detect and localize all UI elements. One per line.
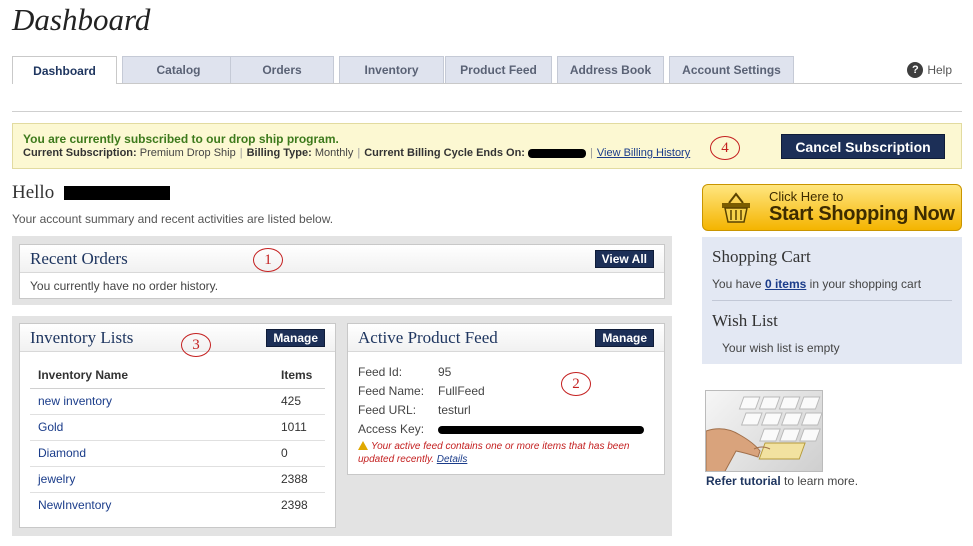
cart-text-suffix: in your shopping cart [809, 277, 922, 291]
inventory-name-link[interactable]: Diamond [30, 440, 273, 467]
divider [712, 300, 952, 301]
subscription-headline: You are currently subscribed to our drop… [23, 132, 339, 146]
annotation-marker-3: 3 [181, 333, 211, 357]
manage-feed-button[interactable]: Manage [595, 329, 654, 347]
inventory-item-count: 2398 [281, 498, 308, 513]
main-navigation-tabs: Dashboard Catalog Orders Inventory Produ… [12, 56, 962, 84]
manage-inventory-button[interactable]: Manage [266, 329, 325, 347]
feed-name-value: FullFeed [438, 384, 485, 398]
tab-address-book[interactable]: Address Book [557, 56, 664, 83]
feed-details-link[interactable]: Details [437, 454, 468, 465]
tab-inventory[interactable]: Inventory [339, 56, 444, 83]
recent-orders-title: Recent Orders [30, 249, 128, 268]
inventory-name-link[interactable]: NewInventory [30, 492, 273, 518]
table-row: jewelry 2388 [30, 466, 325, 493]
question-icon: ? [907, 62, 924, 78]
page-title: Dashboard [12, 2, 151, 37]
product-feed-panel: Active Product Feed Manage Feed Id: 95 Fe… [347, 323, 665, 475]
inventory-name-link[interactable]: new inventory [30, 388, 273, 415]
tab-product-feed[interactable]: Product Feed [445, 56, 552, 83]
greeting-hello: Hello [12, 182, 55, 203]
current-subscription-value: Premium Drop Ship [139, 147, 236, 159]
redacted-access-key [438, 425, 644, 434]
no-orders-text: You currently have no order history. [30, 279, 219, 293]
cart-text-prefix: You have [712, 277, 762, 291]
table-row: new inventory 425 [30, 388, 325, 415]
help-label: Help [927, 63, 952, 77]
inventory-item-count: 425 [273, 388, 325, 415]
column-header-items: Items [273, 362, 325, 389]
shopping-basket-icon [722, 192, 750, 223]
refer-tutorial-suffix: to learn more. [784, 474, 859, 488]
billing-type-value: Monthly [314, 147, 354, 159]
feed-id-value: 95 [438, 365, 452, 379]
inventory-item-count: 2388 [273, 466, 325, 493]
annotation-marker-4: 4 [710, 136, 740, 160]
cart-summary: You have 0 items in your shopping cart [712, 277, 921, 291]
table-row: Diamond 0 [30, 440, 325, 467]
feed-id-row: Feed Id: 95 [358, 365, 451, 379]
inventory-name-link[interactable]: Gold [30, 414, 273, 441]
wish-list-title: Wish List [712, 311, 778, 330]
inventory-table: Inventory Name Items new inventory 425 G… [30, 362, 325, 518]
tab-orders[interactable]: Orders [230, 56, 334, 83]
view-billing-history-link[interactable]: View Billing History [597, 147, 690, 159]
account-summary-text: Your account summary and recent activiti… [12, 212, 334, 226]
tab-catalog[interactable]: Catalog [122, 56, 235, 83]
shop-big-text: Start Shopping Now [769, 203, 955, 225]
column-header-inventory-name: Inventory Name [30, 362, 273, 389]
subscription-notice: You are currently subscribed to our drop… [12, 123, 962, 169]
annotation-marker-1: 1 [253, 248, 283, 272]
view-all-orders-button[interactable]: View All [594, 250, 654, 268]
help-link[interactable]: ? Help [907, 62, 952, 78]
feed-warning-text: Your active feed contains one or more it… [358, 441, 630, 465]
inventory-lists-panel: Inventory Lists Manage Inventory Name It… [19, 323, 336, 528]
current-subscription-label: Current Subscription: [23, 147, 137, 159]
subscription-details: Current Subscription: Premium Drop Ship |… [23, 147, 691, 159]
tab-dashboard[interactable]: Dashboard [12, 56, 117, 84]
feed-warning: Your active feed contains one or more it… [358, 440, 654, 466]
table-row: NewInventory 2398 [30, 492, 325, 518]
feed-url-row: Feed URL: testurl [358, 403, 471, 417]
tab-account-settings[interactable]: Account Settings [669, 56, 794, 83]
cancel-subscription-button[interactable]: Cancel Subscription [781, 134, 945, 159]
cart-panel: Shopping Cart You have 0 items in your s… [702, 237, 962, 364]
cart-items-link[interactable]: 0 items [765, 277, 806, 291]
access-key-label: Access Key: [358, 422, 425, 436]
billing-type-label: Billing Type: [246, 147, 312, 159]
recent-orders-panel: Recent Orders View All You currently hav… [19, 244, 665, 299]
inventory-item-count: 1011 [273, 414, 325, 441]
tutorial-keyboard-image[interactable] [705, 390, 823, 472]
feed-name-row: Feed Name: FullFeed [358, 384, 485, 398]
warning-icon [358, 441, 368, 450]
annotation-marker-2: 2 [561, 372, 591, 396]
shopping-cart-title: Shopping Cart [712, 247, 811, 266]
divider [12, 111, 962, 112]
inventory-name-link[interactable]: jewelry [30, 466, 273, 493]
feed-id-label: Feed Id: [358, 365, 403, 379]
product-feed-title: Active Product Feed [358, 328, 498, 347]
feed-url-value: testurl [438, 403, 471, 417]
feed-name-label: Feed Name: [358, 384, 425, 398]
start-shopping-button[interactable]: Click Here to Start Shopping Now [702, 184, 962, 231]
redacted-date [528, 148, 587, 158]
inventory-item-count: 0 [273, 440, 325, 467]
refer-tutorial-link[interactable]: Refer tutorial [706, 474, 781, 488]
refer-tutorial-text: Refer tutorial to learn more. [706, 474, 858, 488]
redacted-username [64, 186, 170, 200]
wish-list-empty-text: Your wish list is empty [722, 341, 840, 355]
shop-small-text: Click Here to [769, 189, 844, 204]
inventory-lists-title: Inventory Lists [30, 328, 134, 347]
billing-cycle-label: Current Billing Cycle Ends On: [364, 147, 525, 159]
table-row: Gold 1011 [30, 414, 325, 441]
access-key-row: Access Key: [358, 422, 644, 436]
feed-url-label: Feed URL: [358, 403, 417, 417]
